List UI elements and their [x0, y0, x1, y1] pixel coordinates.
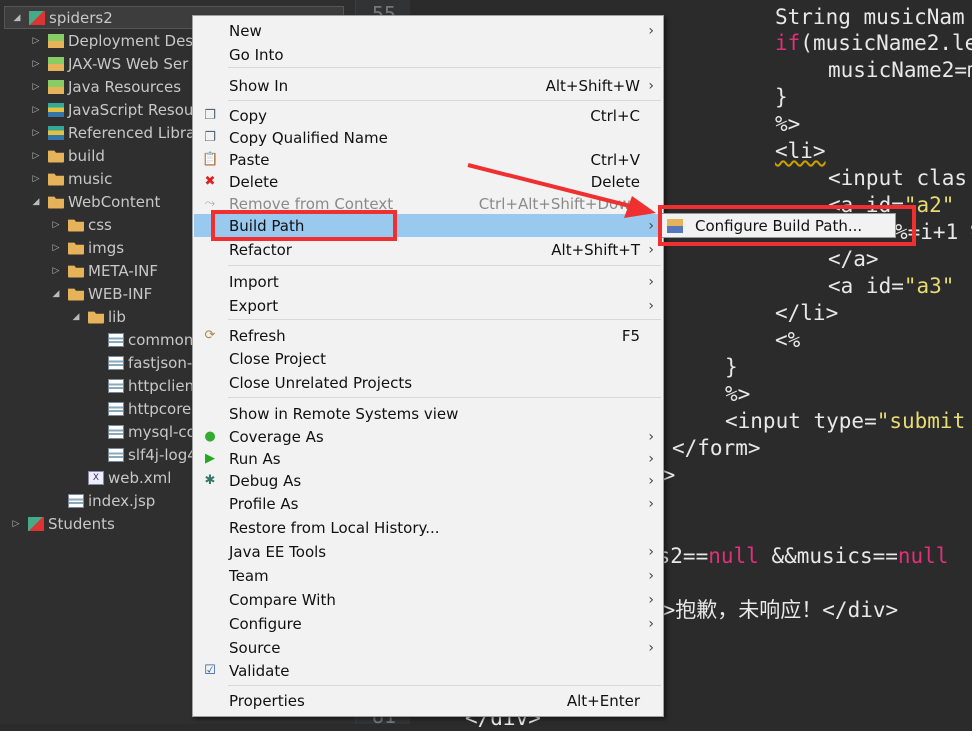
- annotation-arrow: [467, 163, 656, 218]
- arrow-head: [624, 196, 656, 218]
- arrow-shaft: [467, 163, 631, 208]
